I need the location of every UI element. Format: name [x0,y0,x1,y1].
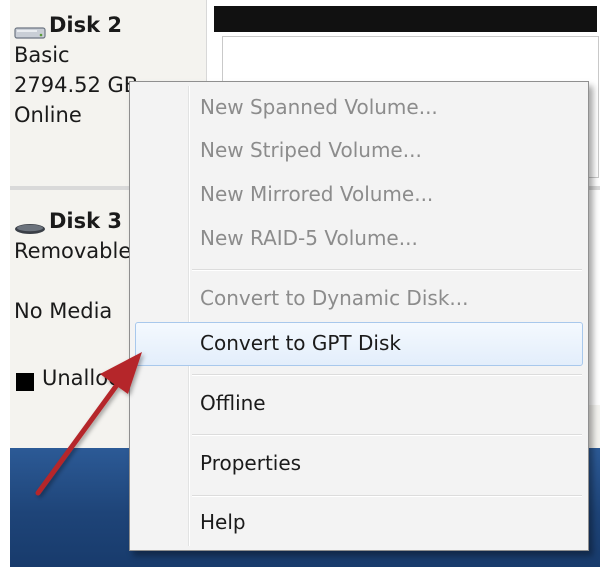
disk-3-info[interactable]: Disk 3 Removable No Media [14,206,131,326]
disk-2-size: 2794.52 GB [14,73,139,97]
menu-item-new-mirrored-volume[interactable]: New Mirrored Volume... [200,182,433,206]
menu-item-offline[interactable]: Offline [200,391,266,415]
disk-3-name: Disk 3 [49,209,123,233]
unallocated-swatch [16,373,34,391]
volume-header-bar [214,6,597,32]
menu-separator [192,269,582,271]
menu-item-convert-to-gpt-disk[interactable]: Convert to GPT Disk [200,331,401,355]
disk-3-status: No Media [14,299,113,323]
menu-separator [192,434,582,436]
disk-2-type: Basic [14,43,70,67]
menu-item-convert-to-dynamic-disk[interactable]: Convert to Dynamic Disk... [200,286,468,310]
menu-separator [192,495,582,497]
removable-disk-icon [14,214,46,234]
disk-management-view: Disk 2 Basic 2794.52 GB Online Disk 3 Re… [0,0,600,567]
menu-item-help[interactable]: Help [200,510,246,534]
menu-item-new-spanned-volume[interactable]: New Spanned Volume... [200,95,438,119]
menu-icon-gutter [188,86,190,546]
menu-separator [192,374,582,376]
disk-2-info[interactable]: Disk 2 Basic 2794.52 GB Online [14,10,138,130]
disk-context-menu: New Spanned Volume... New Striped Volume… [129,81,589,551]
menu-item-new-striped-volume[interactable]: New Striped Volume... [200,138,422,162]
disk-2-status: Online [14,103,82,127]
disk-3-type: Removable [14,239,132,263]
menu-item-new-raid5-volume[interactable]: New RAID-5 Volume... [200,226,418,250]
menu-item-properties[interactable]: Properties [200,451,301,475]
disk-2-name: Disk 2 [49,13,123,37]
hard-disk-icon [14,18,46,39]
